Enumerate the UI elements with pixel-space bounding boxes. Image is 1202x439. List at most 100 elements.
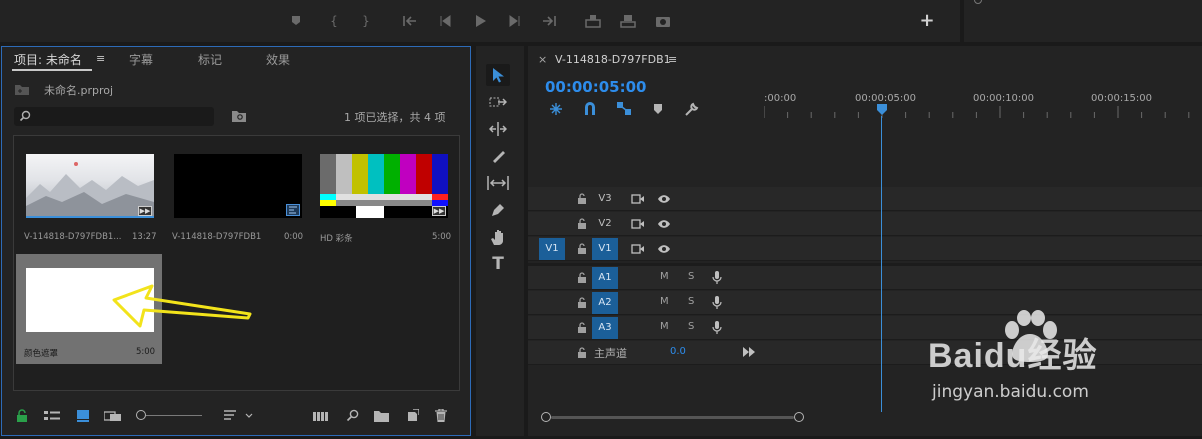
solo-button[interactable]: S <box>688 271 694 282</box>
linked-selection-icon[interactable] <box>616 101 632 116</box>
annotation-arrow-icon <box>112 284 252 328</box>
scroll-handle[interactable] <box>974 0 982 4</box>
trash-icon[interactable] <box>435 409 447 422</box>
mute-button[interactable]: M <box>660 296 669 307</box>
tab-effects[interactable]: 效果 <box>266 51 290 68</box>
lock-icon[interactable] <box>16 409 28 422</box>
panel-menu-icon[interactable]: ≡ <box>96 52 105 65</box>
go-to-out-icon[interactable] <box>540 13 558 29</box>
scroll-end-handle[interactable] <box>794 412 804 422</box>
step-back-icon[interactable] <box>436 13 454 29</box>
voice-over-mic-icon[interactable] <box>712 271 722 285</box>
track-target-v1[interactable]: V1 <box>592 238 618 260</box>
playhead-handle-icon[interactable] <box>876 104 888 116</box>
track-v2[interactable]: V2 <box>528 212 1202 236</box>
solo-button[interactable]: S <box>688 321 694 332</box>
ruler-label: 00:00:15:00 <box>1091 93 1153 104</box>
track-lock-icon[interactable] <box>576 272 588 284</box>
voice-over-mic-icon[interactable] <box>712 321 722 335</box>
razor-tool-icon[interactable] <box>486 145 510 167</box>
add-button[interactable]: + <box>918 12 936 30</box>
track-a1[interactable]: A1 M S <box>528 266 1202 290</box>
track-lock-icon[interactable] <box>576 322 588 334</box>
track-lock-icon[interactable] <box>576 243 588 255</box>
master-volume-value[interactable]: 0.0 <box>670 346 686 357</box>
sort-icons-icon[interactable] <box>224 410 254 422</box>
zoom-slider-handle[interactable] <box>136 410 146 420</box>
list-view-icon[interactable] <box>44 410 60 422</box>
toggle-output-eye-icon[interactable] <box>657 193 671 205</box>
insert-icon[interactable] <box>584 13 602 29</box>
pen-tool-icon[interactable] <box>486 199 510 221</box>
step-forward-icon[interactable] <box>506 13 524 29</box>
mark-in-icon[interactable]: { <box>325 13 343 29</box>
mark-out-icon[interactable]: } <box>357 13 375 29</box>
hand-tool-icon[interactable] <box>486 226 510 248</box>
track-target-a2[interactable]: A2 <box>592 292 618 314</box>
search-input[interactable] <box>14 107 214 126</box>
ripple-edit-tool-icon[interactable] <box>486 118 510 140</box>
playhead-line[interactable] <box>881 116 882 412</box>
tab-captions[interactable]: 字幕 <box>129 51 153 68</box>
new-bin-icon[interactable] <box>374 410 389 422</box>
voice-over-mic-icon[interactable] <box>712 296 722 310</box>
mute-button[interactable]: M <box>660 321 669 332</box>
go-to-end-icon[interactable] <box>742 346 756 358</box>
sync-lock-icon[interactable] <box>631 243 645 255</box>
sequence-tab[interactable]: V-114818-D797FDB1 <box>555 53 671 66</box>
horizontal-scrollbar[interactable] <box>551 416 794 419</box>
track-lock-icon[interactable] <box>576 193 588 205</box>
play-icon[interactable] <box>471 13 489 29</box>
track-lock-icon[interactable] <box>576 297 588 309</box>
toggle-output-eye-icon[interactable] <box>657 243 671 255</box>
add-marker-icon[interactable] <box>653 103 663 115</box>
track-v3[interactable]: V3 <box>528 187 1202 211</box>
timeline-settings-wrench-icon[interactable] <box>684 102 699 117</box>
track-target-a1[interactable]: A1 <box>592 267 618 289</box>
sync-lock-icon[interactable] <box>631 218 645 230</box>
sequence-badge-icon <box>286 204 300 216</box>
project-item-name: V-114818-D797FDB1... <box>24 232 122 242</box>
scroll-start-handle[interactable] <box>541 412 551 422</box>
find-icon[interactable] <box>346 409 359 422</box>
nest-snap-icon[interactable] <box>548 102 564 116</box>
snap-icon[interactable] <box>583 101 597 116</box>
project-items-grid: ▶▶ V-114818-D797FDB1... 13:27 V-114818-D… <box>13 135 460 391</box>
toggle-output-eye-icon[interactable] <box>657 218 671 230</box>
mute-button[interactable]: M <box>660 271 669 282</box>
go-to-in-icon[interactable] <box>401 13 419 29</box>
selection-status: 1 项已选择，共 4 项 <box>344 111 446 124</box>
icon-view-icon[interactable] <box>76 409 90 422</box>
project-item[interactable]: ▶▶ HD 彩条 5:00 <box>312 138 458 248</box>
track-v1[interactable]: V1 V1 <box>528 237 1202 261</box>
marker-icon[interactable] <box>287 13 305 29</box>
track-target-a3[interactable]: A3 <box>592 317 618 339</box>
freeform-view-icon[interactable] <box>104 410 122 422</box>
track-lock-icon[interactable] <box>576 347 588 359</box>
overwrite-icon[interactable] <box>619 13 637 29</box>
track-target-v3[interactable]: V3 <box>592 188 618 210</box>
tab-markers[interactable]: 标记 <box>198 51 222 68</box>
timeline-menu-icon[interactable]: ≡ <box>668 53 677 66</box>
project-item[interactable]: V-114818-D797FDB1 0:00 <box>164 138 310 248</box>
track-select-tool-icon[interactable] <box>486 91 510 113</box>
slip-tool-icon[interactable] <box>486 172 510 194</box>
close-tab-icon[interactable]: × <box>538 53 547 66</box>
new-item-icon[interactable] <box>406 409 419 422</box>
export-frame-icon[interactable] <box>654 13 672 29</box>
project-item-duration: 13:27 <box>132 232 157 242</box>
type-tool-icon[interactable]: T <box>486 253 510 275</box>
track-lock-icon[interactable] <box>576 218 588 230</box>
selection-tool-icon[interactable] <box>486 64 510 86</box>
source-patch-v1[interactable]: V1 <box>539 238 565 260</box>
zoom-slider-track[interactable] <box>146 415 202 416</box>
sync-lock-icon[interactable] <box>631 193 645 205</box>
track-target-v2[interactable]: V2 <box>592 213 618 235</box>
playhead-timecode[interactable]: 00:00:05:00 <box>545 78 647 96</box>
project-item[interactable]: ▶▶ V-114818-D797FDB1... 13:27 <box>16 138 162 248</box>
tab-project[interactable]: 项目: 未命名 <box>14 51 82 68</box>
new-search-bin-icon[interactable] <box>231 109 247 123</box>
project-panel: 项目: 未命名 ≡ 字幕 标记 效果 未命名.prproj 1 项已选择，共 4… <box>1 46 471 436</box>
solo-button[interactable]: S <box>688 296 694 307</box>
automate-to-sequence-icon[interactable] <box>313 411 329 422</box>
